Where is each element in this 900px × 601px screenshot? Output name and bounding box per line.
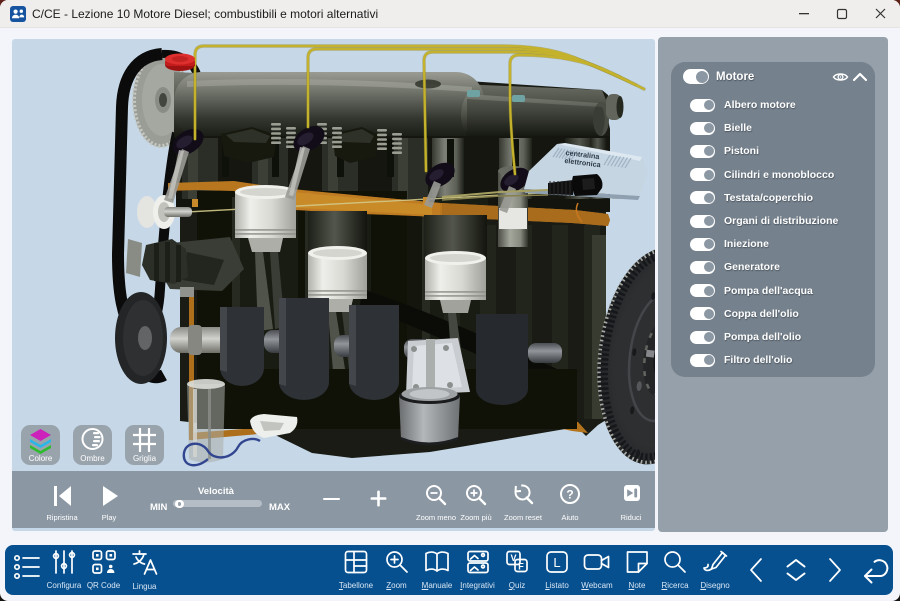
svg-text:L: L: [553, 555, 560, 570]
svg-text:V: V: [510, 553, 516, 563]
svg-text:?: ?: [566, 488, 573, 502]
svg-text:F: F: [518, 562, 524, 572]
